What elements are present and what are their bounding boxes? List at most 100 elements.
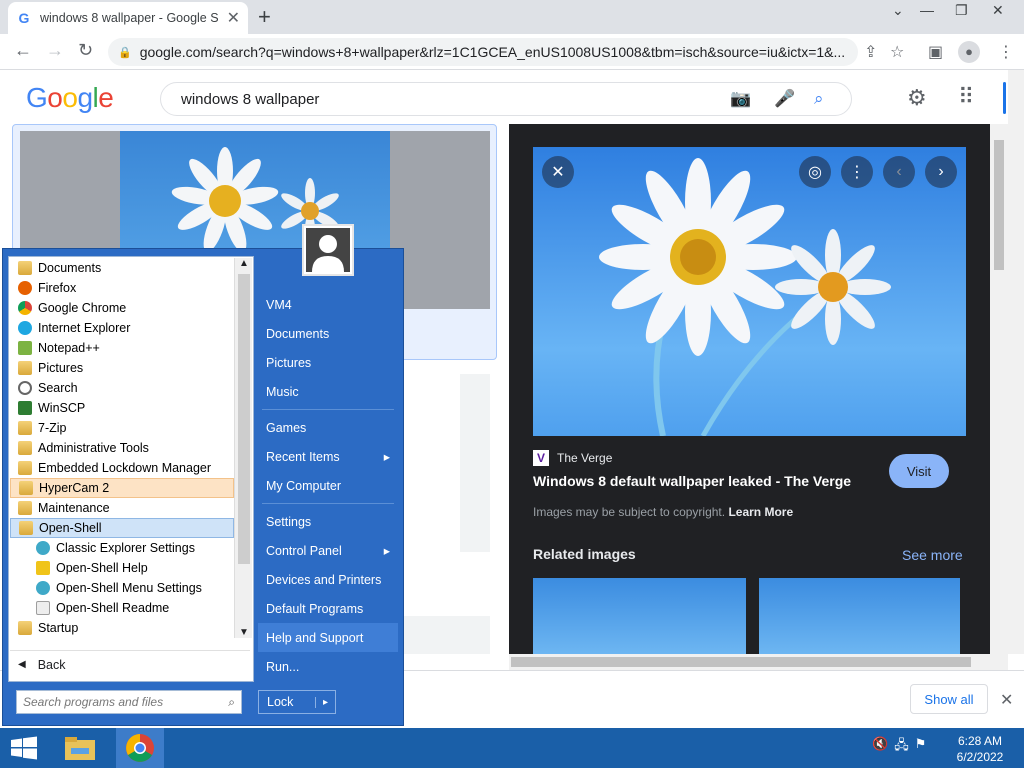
search-icon[interactable]: ⌕	[228, 695, 235, 710]
side-panel-icon[interactable]: ▣	[928, 42, 943, 62]
folder-icon	[18, 441, 32, 455]
tab-search-chevron-icon[interactable]: ⌄	[892, 2, 904, 19]
program-item-hypercam[interactable]: HyperCam 2	[10, 478, 234, 498]
see-more-link[interactable]: See more	[902, 547, 963, 563]
program-item[interactable]: WinSCP	[10, 398, 234, 418]
right-item-help[interactable]: Help and Support	[258, 623, 398, 652]
lock-button[interactable]: Lock ▸	[258, 690, 336, 714]
right-item-label: Help and Support	[266, 630, 364, 645]
camera-search-icon[interactable]: 📷	[730, 89, 751, 109]
scroll-down-icon[interactable]: ▼	[239, 627, 249, 638]
file-explorer-taskbar-icon[interactable]	[56, 728, 104, 768]
bookmark-star-icon[interactable]: ☆	[890, 42, 904, 62]
program-label: Maintenance	[38, 501, 110, 515]
window-close-icon[interactable]: ✕	[992, 2, 1004, 19]
next-image-icon[interactable]: ›	[925, 156, 957, 188]
scroll-up-icon[interactable]: ▲	[239, 258, 249, 269]
right-item-label: Documents	[266, 326, 330, 341]
right-item-run[interactable]: Run...	[258, 652, 398, 681]
minimize-icon[interactable]: —	[920, 2, 934, 18]
volume-muted-icon[interactable]: 🔇	[872, 736, 888, 758]
right-item-default-programs[interactable]: Default Programs	[258, 594, 398, 623]
program-item[interactable]: Google Chrome	[10, 298, 234, 318]
notepad-icon	[18, 341, 32, 355]
preview-source[interactable]: V The Verge	[533, 450, 612, 466]
start-search-input[interactable]: Search programs and files ⌕	[16, 690, 242, 714]
new-tab-icon[interactable]: +	[258, 4, 271, 30]
right-item-label: Games	[266, 420, 307, 435]
right-item-recent[interactable]: Recent Items ▸	[258, 442, 398, 471]
forward-arrow-icon[interactable]: →	[46, 40, 64, 61]
profile-avatar-icon[interactable]: ●	[958, 41, 980, 63]
lock-options-arrow-icon[interactable]: ▸	[315, 696, 335, 708]
address-bar[interactable]: 🔒 google.com/search?q=windows+8+wallpape…	[108, 38, 858, 66]
preview-image[interactable]	[533, 147, 966, 438]
browser-tab[interactable]: G windows 8 wallpaper - Google Se ✕	[8, 2, 248, 34]
program-item[interactable]: Startup	[10, 618, 234, 638]
right-item-pictures[interactable]: Pictures	[258, 348, 398, 377]
programs-scrollbar[interactable]: ▲ ▼	[234, 258, 252, 638]
microphone-icon[interactable]: 🎤	[774, 89, 795, 109]
submenu-arrow-icon: ▸	[383, 450, 390, 464]
right-item-user[interactable]: VM4	[258, 290, 398, 319]
reload-icon[interactable]: ↻	[78, 40, 93, 61]
program-item[interactable]: Classic Explorer Settings	[10, 538, 234, 558]
lock-label: Lock	[267, 695, 294, 709]
apps-grid-icon[interactable]: ⠿	[958, 84, 974, 110]
google-logo[interactable]: Google	[26, 82, 114, 114]
related-image[interactable]	[759, 578, 960, 654]
previous-image-icon[interactable]: ‹	[883, 156, 915, 188]
program-item[interactable]: Maintenance	[10, 498, 234, 518]
restore-icon[interactable]: ❐	[955, 2, 968, 19]
back-button[interactable]: ◀ Back	[10, 650, 250, 678]
preview-title[interactable]: Windows 8 default wallpaper leaked - The…	[533, 473, 851, 489]
program-item[interactable]: Notepad++	[10, 338, 234, 358]
right-item-games[interactable]: Games	[258, 413, 398, 442]
page-scrollbar[interactable]	[1008, 70, 1024, 654]
close-preview-icon[interactable]: ✕	[542, 156, 574, 188]
action-center-icon[interactable]: ⚑	[915, 736, 927, 758]
search-icon[interactable]: ⌕	[814, 89, 824, 109]
taskbar-clock[interactable]: 6:28 AM 6/2/2022	[945, 733, 1015, 765]
chrome-taskbar-icon[interactable]	[116, 728, 164, 768]
right-item-documents[interactable]: Documents	[258, 319, 398, 348]
program-item[interactable]: Documents	[10, 258, 234, 278]
network-icon[interactable]: 🖧	[894, 736, 909, 758]
settings-gear-icon[interactable]: ⚙	[907, 85, 927, 111]
user-avatar[interactable]	[302, 224, 354, 276]
program-item[interactable]: Open-Shell Readme	[10, 598, 234, 618]
program-item[interactable]: Internet Explorer	[10, 318, 234, 338]
program-item[interactable]: Open-Shell Menu Settings	[10, 578, 234, 598]
browser-menu-icon[interactable]: ⋮	[998, 42, 1014, 62]
program-item[interactable]: Embedded Lockdown Manager	[10, 458, 234, 478]
tab-close-icon[interactable]: ✕	[227, 8, 240, 28]
right-item-label: Default Programs	[266, 601, 364, 616]
right-item-music[interactable]: Music	[258, 377, 398, 406]
program-item[interactable]: Search	[10, 378, 234, 398]
back-arrow-icon[interactable]: ←	[14, 40, 32, 61]
more-options-icon[interactable]: ⋮	[841, 156, 873, 188]
program-item[interactable]: 7-Zip	[10, 418, 234, 438]
right-item-computer[interactable]: My Computer	[258, 471, 398, 500]
program-item-open-shell[interactable]: Open-Shell	[10, 518, 234, 538]
share-icon[interactable]: ⇪	[864, 42, 877, 62]
program-item[interactable]: Firefox	[10, 278, 234, 298]
show-all-button[interactable]: Show all	[910, 684, 988, 714]
logo-letter: o	[47, 82, 63, 113]
lens-search-icon[interactable]: ◎	[799, 156, 831, 188]
right-item-devices[interactable]: Devices and Printers	[258, 565, 398, 594]
system-tray: 🔇 🖧 ⚑	[872, 736, 926, 758]
right-item-control-panel[interactable]: Control Panel ▸	[258, 536, 398, 565]
program-item[interactable]: Pictures	[10, 358, 234, 378]
horizontal-scrollbar[interactable]	[509, 654, 1008, 670]
preview-scrollbar[interactable]	[990, 124, 1008, 654]
program-item[interactable]: Administrative Tools	[10, 438, 234, 458]
program-item[interactable]: Open-Shell Help	[10, 558, 234, 578]
tab-title: windows 8 wallpaper - Google Se	[40, 11, 219, 25]
visit-button[interactable]: Visit	[889, 454, 949, 488]
windows-start-icon[interactable]	[10, 736, 38, 760]
right-item-settings[interactable]: Settings	[258, 507, 398, 536]
download-bar-close-icon[interactable]: ✕	[1000, 690, 1013, 710]
related-image[interactable]	[533, 578, 746, 654]
learn-more-link[interactable]: Learn More	[728, 505, 793, 519]
